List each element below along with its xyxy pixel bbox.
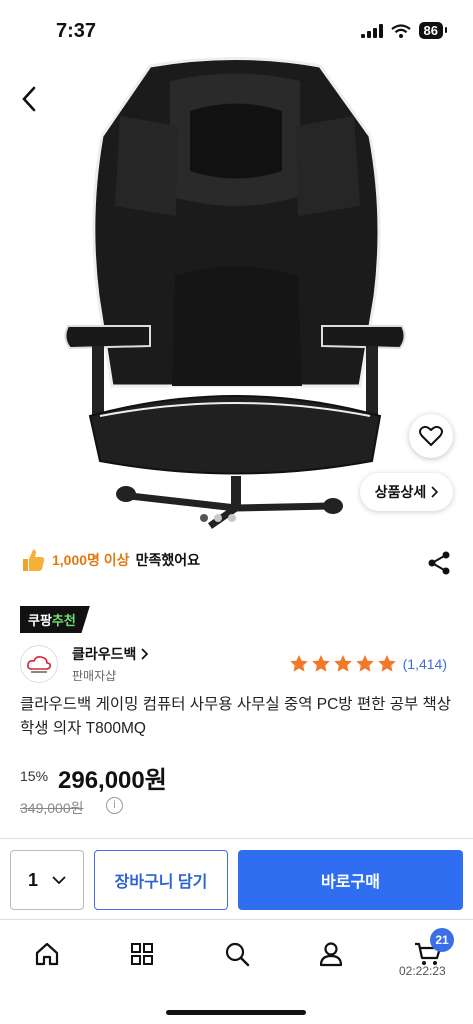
discount-rate: 15% <box>20 768 49 784</box>
star-icon <box>355 655 374 672</box>
add-to-cart-button[interactable]: 장바구니 담기 <box>94 850 228 910</box>
wifi-icon <box>390 23 411 38</box>
seller-logo <box>20 645 58 683</box>
tab-my-account[interactable] <box>311 934 351 974</box>
product-title: 클라우드백 게이밍 컴퓨터 사무용 사무실 중역 PC방 편한 공부 책상 학생… <box>20 696 452 737</box>
review-count[interactable]: (1,414) <box>403 656 447 672</box>
seller-name[interactable]: 클라우드백 <box>72 644 136 664</box>
tab-search[interactable] <box>217 934 257 974</box>
product-detail-button[interactable]: 상품상세 <box>360 473 453 511</box>
pager-dot <box>214 514 222 522</box>
status-icons: 86 <box>360 22 448 39</box>
countdown-clock: 02:22:23 <box>399 964 446 978</box>
badge-accent: 추천 <box>51 613 76 628</box>
seller-shop-label: 판매자샵 <box>72 669 117 683</box>
star-icon <box>377 655 396 672</box>
product-detail-label: 상품상세 <box>374 484 427 500</box>
badge-main: 쿠팡 <box>28 613 52 628</box>
purchase-action-bar: 1 장바구니 담기 바로구매 <box>0 838 473 920</box>
original-price: 349,000원 <box>20 800 84 816</box>
share-button[interactable] <box>426 550 452 576</box>
quantity-selector[interactable]: 1 <box>10 850 84 910</box>
chevron-left-icon <box>22 86 36 112</box>
satisfaction-row: 1,000명 이상 만족했어요 <box>20 547 200 573</box>
status-bar: 7:37 86 <box>0 0 473 56</box>
quantity-value: 1 <box>27 869 38 890</box>
share-icon <box>428 551 450 575</box>
home-indicator <box>166 1010 306 1015</box>
status-time: 7:37 <box>56 20 97 42</box>
image-pager <box>200 514 236 522</box>
star-icon <box>289 655 308 672</box>
battery-indicator: 86 <box>418 22 448 39</box>
cart-count-badge: 21 <box>430 928 454 952</box>
satisfaction-count: 1,000명 이상 <box>52 552 130 568</box>
home-icon <box>35 942 59 966</box>
chair-image <box>64 57 406 529</box>
star-icon <box>311 655 330 672</box>
signal-icon <box>360 23 383 38</box>
star-icon <box>333 655 352 672</box>
rating[interactable]: (1,414) <box>289 654 447 673</box>
thumbs-up-icon <box>23 549 45 571</box>
search-icon <box>225 942 250 967</box>
wishlist-button[interactable] <box>409 414 453 458</box>
chevron-right-icon <box>141 648 149 660</box>
buy-now-button[interactable]: 바로구매 <box>238 850 463 910</box>
coupang-recommend-badge: 쿠팡추천 <box>20 606 90 633</box>
satisfaction-text: 만족했어요 <box>135 552 200 568</box>
product-image[interactable]: 상품상세 <box>0 56 473 536</box>
grid-icon <box>131 943 153 965</box>
pager-dot <box>228 514 236 522</box>
pager-dot-active <box>200 514 208 522</box>
user-icon <box>319 942 343 967</box>
cloud-logo-icon <box>27 656 51 673</box>
chevron-right-icon <box>431 486 439 498</box>
seller-row[interactable]: 클라우드백 판매자샵 <box>20 644 149 684</box>
back-button[interactable] <box>14 82 44 116</box>
sale-price: 296,000원 <box>58 767 167 794</box>
info-icon[interactable]: i <box>106 797 123 814</box>
tab-home[interactable] <box>27 934 67 974</box>
chevron-down-icon <box>52 875 66 884</box>
heart-icon <box>419 425 443 446</box>
tab-categories[interactable] <box>122 934 162 974</box>
